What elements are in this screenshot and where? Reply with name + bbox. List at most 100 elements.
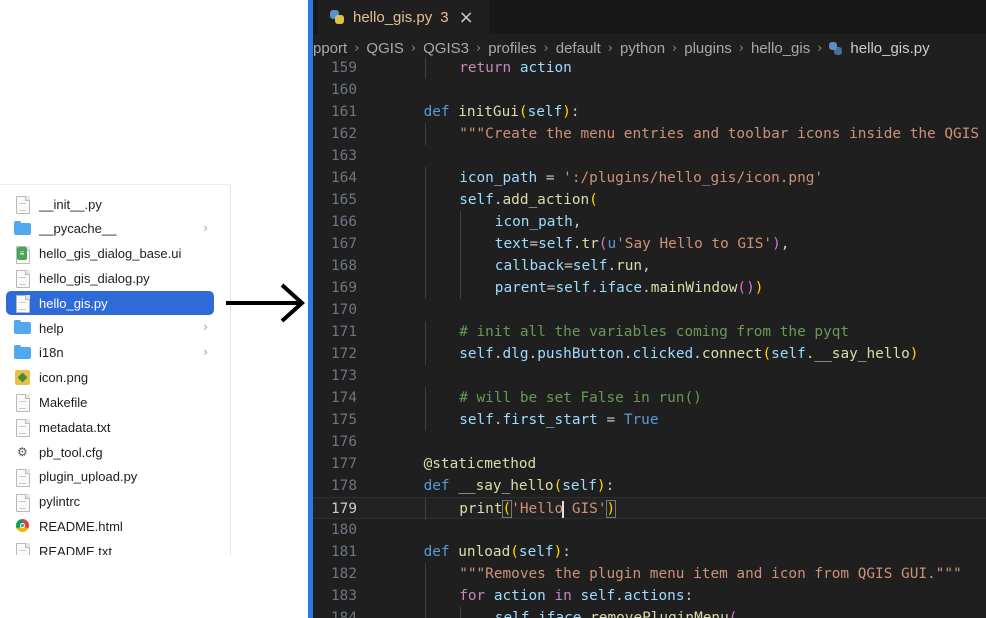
chevron-right-icon[interactable]: › — [203, 320, 208, 334]
code-text: text=self.tr(u'Say Hello to GIS'), — [495, 233, 790, 255]
code-text: for action in self.actions: — [459, 585, 693, 607]
code-text: # init all the variables coming from the… — [459, 321, 849, 343]
breadcrumb-item[interactable]: default — [556, 40, 601, 57]
code-token: 'Say Hello to GIS' — [616, 236, 773, 252]
code-line[interactable]: 165 self.add_action( — [313, 189, 986, 211]
code-line[interactable]: 181 def unload(self): — [313, 541, 986, 563]
code-line[interactable]: 169 parent=self.iface.mainWindow()) — [313, 277, 986, 299]
line-number: 173 — [331, 368, 357, 384]
code-token: self — [580, 588, 616, 604]
breadcrumb-item[interactable]: hello_gis.py — [850, 40, 929, 57]
tab-hello-gis-py[interactable]: hello_gis.py 3 × — [318, 0, 489, 34]
file-list-item[interactable]: help › — [6, 316, 214, 340]
file-list-item[interactable]: ≡ hello_gis_dialog_base.ui — [6, 242, 214, 266]
breadcrumb-separator-icon: › — [354, 40, 360, 56]
code-token: removePluginMenu — [590, 610, 729, 618]
code-line[interactable]: 159 return action — [313, 57, 986, 79]
file-list-item[interactable]: metadata.txt — [6, 415, 214, 439]
code-line[interactable]: 172 self.dlg.pushButton.clicked.connect(s… — [313, 343, 986, 365]
code-line[interactable]: 171 # init all the variables coming from … — [313, 321, 986, 343]
file-list-item[interactable]: icon.png — [6, 366, 214, 390]
breadcrumb-item[interactable]: hello_gis — [751, 40, 810, 57]
code-token: . — [615, 588, 624, 604]
breadcrumb-item[interactable]: profiles — [488, 40, 536, 57]
code-token: = — [597, 412, 624, 428]
code-area[interactable]: 159 return action 160 161 def initGui(self):… — [313, 57, 986, 618]
indent-guide — [424, 498, 426, 520]
code-token: connect — [701, 346, 763, 362]
folder-icon — [14, 319, 31, 337]
file-list-item[interactable]: i18n › — [6, 341, 214, 365]
code-token: pushButton — [537, 346, 624, 362]
code-line[interactable]: 161 def initGui(self): — [313, 101, 986, 123]
code-text: return action — [459, 57, 572, 79]
code-token: self — [459, 192, 494, 208]
chevron-right-icon[interactable]: › — [203, 345, 208, 359]
python-file-icon — [829, 41, 843, 55]
file-list-item[interactable]: README.txt — [6, 539, 214, 555]
file-name: plugin_upload.py — [39, 469, 138, 485]
code-token: first_start — [502, 412, 598, 428]
file-browser: __init__.py __pycache__ › ≡ hello_gis_dialog… — [0, 184, 231, 555]
chevron-right-icon[interactable]: › — [203, 221, 208, 235]
breadcrumb-item[interactable]: python — [620, 40, 665, 57]
code-line[interactable]: 170 — [313, 299, 986, 321]
code-line[interactable]: 167 text=self.tr(u'Say Hello to GIS'), — [313, 233, 986, 255]
code-token: tr — [581, 236, 599, 252]
code-token: : — [684, 588, 694, 604]
file-list-item[interactable]: Makefile — [6, 390, 214, 414]
file-list-item[interactable]: plugin_upload.py — [6, 465, 214, 489]
file-list-item[interactable]: hello_gis_dialog.py — [6, 266, 214, 290]
code-line[interactable]: 160 — [313, 79, 986, 101]
code-line[interactable]: 173 — [313, 365, 986, 387]
code-token: __say_hello — [814, 346, 910, 362]
code-token: parent — [494, 280, 547, 296]
code-token: ( — [728, 610, 738, 618]
file-list-item[interactable]: ⚙ pb_tool.cfg — [6, 440, 214, 464]
code-line[interactable]: 175 self.first_start = True — [313, 409, 986, 431]
file-list-item[interactable]: hello_gis.py — [6, 291, 214, 316]
code-line[interactable]: 179 print('Hello GIS') — [313, 497, 986, 520]
code-line[interactable]: 164 icon_path = ':/plugins/hello_gis/icon… — [313, 167, 986, 189]
code-token: self — [494, 610, 530, 618]
breadcrumb-item[interactable]: plugins — [684, 40, 732, 57]
file-name: i18n — [39, 345, 64, 361]
file-name: help — [39, 320, 64, 336]
file-list-item[interactable]: __pycache__ › — [6, 217, 214, 241]
breadcrumb-separator-icon: › — [543, 40, 549, 56]
code-line[interactable]: 184 self.iface.removePluginMenu( — [313, 607, 986, 618]
file-name: __init__.py — [39, 196, 102, 212]
code-token: text — [494, 236, 530, 252]
code-token: ( — [589, 192, 598, 208]
close-icon[interactable]: × — [459, 7, 474, 28]
folder-icon — [14, 344, 31, 362]
breadcrumb-item[interactable]: QGIS3 — [423, 40, 469, 57]
right-arrow-icon — [226, 283, 305, 323]
file-list-item[interactable]: pylintrc — [6, 490, 214, 514]
code-token: # init all the variables coming from the… — [459, 324, 850, 340]
file-list-item[interactable]: __init__.py — [6, 192, 214, 216]
code-line[interactable]: 162 """Create the menu entries and toolba… — [313, 123, 986, 145]
code-token: ) — [909, 346, 919, 362]
code-line[interactable]: 174 # will be set False in run() — [313, 387, 986, 409]
breadcrumb-item[interactable]: pport — [313, 40, 347, 57]
code-line[interactable]: 183 for action in self.actions: — [313, 585, 986, 607]
code-line[interactable]: 163 — [313, 145, 986, 167]
code-line[interactable]: 182 """Removes the plugin menu item and i… — [313, 563, 986, 585]
chrome-icon — [14, 517, 30, 535]
code-line[interactable]: 177 @staticmethod — [313, 453, 986, 475]
code-line[interactable]: 168 callback=self.run, — [313, 255, 986, 277]
code-token: . — [493, 192, 503, 208]
code-line[interactable]: 180 — [313, 519, 986, 541]
code-token: . — [528, 346, 538, 362]
file-list-item[interactable]: README.html — [6, 514, 214, 538]
code-line[interactable]: 178 def __say_hello(self): — [313, 475, 986, 497]
code-line[interactable]: 176 — [313, 431, 986, 453]
code-token: ) — [553, 544, 563, 560]
code-line[interactable]: 166 icon_path, — [313, 211, 986, 233]
indent-guide — [460, 277, 462, 299]
breadcrumb-item[interactable]: QGIS — [366, 40, 404, 57]
code-token: = — [564, 258, 573, 274]
